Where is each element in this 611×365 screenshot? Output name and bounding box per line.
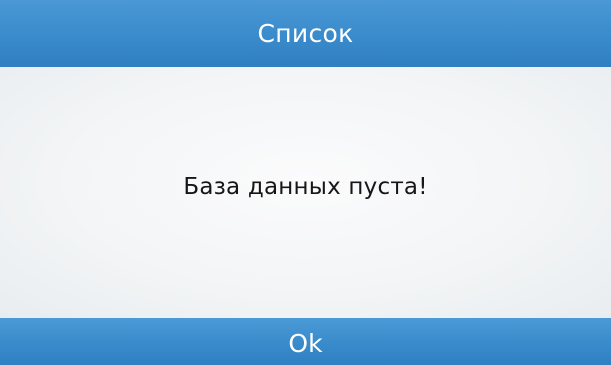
dialog-title-bar: Список bbox=[0, 0, 611, 67]
dialog-title: Список bbox=[257, 19, 354, 48]
ok-button-label: Ok bbox=[288, 329, 323, 358]
ok-button[interactable]: Ok bbox=[0, 318, 611, 365]
empty-database-message: База данных пуста! bbox=[183, 173, 428, 200]
dialog-content: База данных пуста! bbox=[0, 67, 611, 318]
device-screen: Список База данных пуста! Ok bbox=[0, 0, 611, 365]
